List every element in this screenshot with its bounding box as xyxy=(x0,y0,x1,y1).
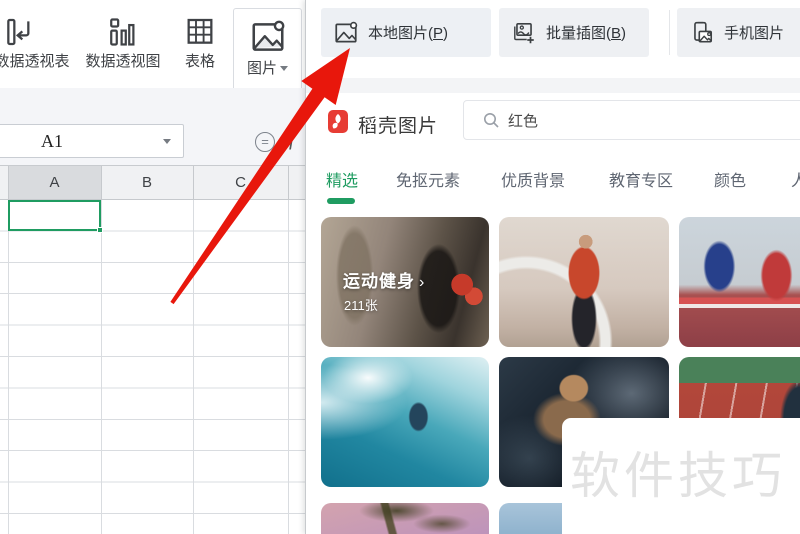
cell-grid[interactable] xyxy=(0,200,305,534)
local-picture-icon xyxy=(335,21,358,43)
tab-quality-backgrounds[interactable]: 优质背景 xyxy=(501,167,565,191)
menu-item-label: 本地图片(P) xyxy=(368,25,449,42)
docer-brand-title: 稻壳图片 xyxy=(358,116,439,137)
gridline xyxy=(288,200,289,534)
active-tab-indicator xyxy=(327,198,355,204)
collection-title: 运动健身 › xyxy=(343,272,426,291)
batch-insert-icon xyxy=(514,22,534,43)
pivot-chart-icon xyxy=(110,18,135,46)
search-box[interactable] xyxy=(463,100,800,140)
menu-item-local-picture[interactable]: 本地图片(P) xyxy=(321,8,491,57)
header-divider xyxy=(288,166,289,199)
search-input[interactable] xyxy=(506,101,796,139)
watermark-text: 软件技巧 xyxy=(570,448,786,504)
ribbon-item-label: 数据透视表 xyxy=(0,53,70,70)
menu-item-batch-insert[interactable]: 批量插图(B) xyxy=(499,8,649,57)
fill-handle[interactable] xyxy=(97,227,103,233)
column-header-b[interactable]: B xyxy=(101,166,193,199)
column-header-c[interactable]: C xyxy=(193,166,288,199)
image-card-palm[interactable] xyxy=(321,503,489,534)
gridline xyxy=(8,200,9,534)
header-divider xyxy=(193,166,194,199)
menu-item-label: 批量插图(B) xyxy=(546,25,627,42)
menu-divider xyxy=(669,10,670,55)
tab-education-zone[interactable]: 教育专区 xyxy=(609,167,673,191)
tab-people[interactable]: 人 xyxy=(791,167,800,191)
header-divider xyxy=(101,166,102,199)
chevron-right-icon: › xyxy=(419,274,426,291)
image-card-hurdles[interactable] xyxy=(679,217,800,347)
gridline xyxy=(101,200,102,534)
wps-picture-dropdown-screen: 数据透视表 数据透视图 表格 图片 A1 = f A B C 本地图片(P) 批… xyxy=(0,0,800,534)
image-card-jogger[interactable] xyxy=(499,217,669,347)
menu-item-label: 手机图片 xyxy=(724,25,785,42)
search-icon xyxy=(484,113,499,128)
image-card-surfer[interactable] xyxy=(321,357,489,487)
picture-dropdown-panel: 本地图片(P) 批量插图(B) 手机图片 稻壳图片 红色 精选 免抠元素 优质背… xyxy=(305,0,800,534)
active-cell-selection[interactable] xyxy=(8,200,103,233)
ribbon-item-label: 图片 xyxy=(246,60,277,77)
section-divider xyxy=(306,78,800,93)
docer-logo-icon xyxy=(328,110,348,133)
menu-item-phone-picture[interactable]: 手机图片 xyxy=(677,8,800,57)
tab-colors[interactable]: 颜色 xyxy=(714,167,746,191)
spreadsheet-area: 数据透视表 数据透视图 表格 图片 A1 = f A B C xyxy=(0,0,305,534)
ribbon-item-pivot-chart[interactable]: 数据透视图 xyxy=(77,14,169,71)
phone-picture-icon xyxy=(694,21,713,42)
ribbon: 数据透视表 数据透视图 表格 图片 xyxy=(0,0,305,104)
picture-icon xyxy=(251,20,284,51)
collection-count: 211张 xyxy=(344,298,378,313)
cell-reference: A1 xyxy=(41,131,63,151)
ribbon-item-table[interactable]: 表格 xyxy=(178,14,222,71)
tab-cutout-elements[interactable]: 免抠元素 xyxy=(396,167,460,191)
name-box-caret-icon[interactable] xyxy=(163,139,171,144)
image-card-fitness-collection[interactable]: 运动健身 › 211张 xyxy=(321,217,489,347)
table-icon xyxy=(187,18,213,44)
pivot-table-icon xyxy=(7,18,30,46)
column-header-a[interactable]: A xyxy=(8,166,101,199)
header-divider xyxy=(8,166,9,199)
ribbon-item-pivot-table[interactable]: 数据透视表 xyxy=(0,14,80,71)
watermark-overlay: 软件技巧 xyxy=(562,418,800,534)
formula-bar: A1 = f xyxy=(0,88,305,166)
circled-equals-icon[interactable]: = xyxy=(255,132,275,152)
tab-featured[interactable]: 精选 xyxy=(326,167,358,191)
name-box[interactable]: A1 xyxy=(0,124,184,158)
ribbon-item-label: 数据透视图 xyxy=(85,53,161,70)
fx-insert-function[interactable]: f xyxy=(289,126,295,151)
gridline xyxy=(193,200,194,534)
dropdown-caret-icon xyxy=(280,66,288,72)
ribbon-item-label: 表格 xyxy=(184,53,215,70)
column-header-row: A B C xyxy=(0,166,305,200)
